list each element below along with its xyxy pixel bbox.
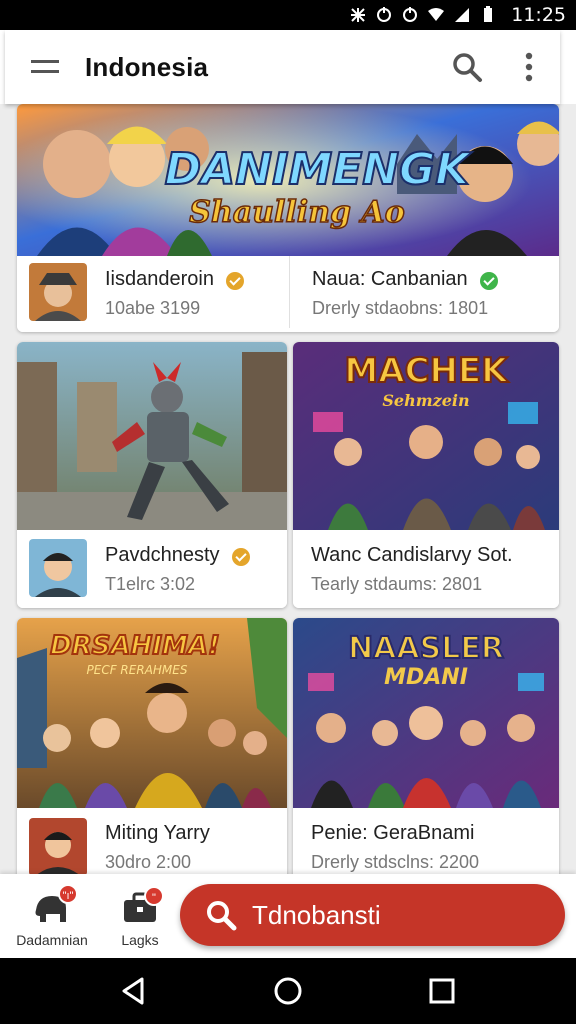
- game-card[interactable]: NAASLER MDANI Penie: GeraBnami Drerly st…: [293, 618, 559, 874]
- card-title: Iisdanderoin: [105, 268, 214, 290]
- recents-icon[interactable]: [426, 975, 458, 1007]
- game-banner-image: DRSAHIMA! PECF RERAHMES: [17, 618, 287, 808]
- card-meta: T1elrc 3:02: [105, 574, 196, 594]
- banner-subtitle: PECF RERAHMES: [87, 663, 188, 677]
- signal-icon: [455, 8, 470, 22]
- system-nav-bar: [0, 958, 576, 1024]
- nav-tab-lagks[interactable]: " Lagks: [92, 874, 188, 958]
- game-card[interactable]: MACHEK Sehmzein Wanc Candislarvy Sot. Te…: [293, 342, 559, 608]
- game-banner-image: NAASLER MDANI: [293, 618, 559, 808]
- status-time: 11:25: [511, 4, 566, 26]
- game-card[interactable]: Pavdchnesty T1elrc 3:02: [17, 342, 287, 608]
- home-icon[interactable]: [272, 975, 304, 1007]
- battery-icon: [484, 6, 493, 22]
- search-icon: [453, 53, 482, 82]
- card-meta: Drerly stdaobns: 1801: [312, 298, 489, 318]
- banner-title: DANIMENGK: [165, 144, 473, 195]
- game-banner-image: MACHEK Sehmzein: [293, 342, 559, 530]
- card-title: Penie: GeraBnami: [311, 822, 475, 844]
- card-meta: Drerly stdsclns: 2200: [311, 852, 480, 872]
- more-options-button[interactable]: [498, 30, 560, 104]
- card-title: Pavdchnesty: [105, 544, 220, 566]
- app-bar: Indonesia: [5, 30, 560, 104]
- content-feed[interactable]: Iisdanderoin 10abe 3199 Naua: Canbanian …: [0, 104, 576, 874]
- sync-icon: [377, 7, 392, 22]
- game-card[interactable]: DRSAHIMA! PECF RERAHMES Miting Yarry 30d…: [17, 618, 287, 874]
- card-meta: Tearly stdaums: 2801: [311, 574, 483, 594]
- notification-badge: "ı": [58, 884, 78, 904]
- more-vert-icon: [525, 52, 533, 82]
- hamburger-menu-icon: [31, 60, 59, 73]
- card-thumbnail: [29, 263, 87, 321]
- nav-tab-label: Dadamnian: [16, 932, 88, 948]
- card-thumbnail: [29, 818, 87, 874]
- search-action-button[interactable]: Tdnobansti: [180, 884, 565, 946]
- nav-tab-label: Lagks: [121, 932, 159, 948]
- verified-icon: [226, 271, 245, 290]
- card-meta: 30dro 2:00: [105, 852, 192, 872]
- bottom-bar: "ı" Dadamnian " Lagks Tdnobansti: [0, 874, 576, 958]
- card-title: Naua: Canbanian: [312, 268, 468, 290]
- notification-badge: ": [144, 886, 164, 906]
- featured-banner-text: DANIMENGK Shaulling Ao: [164, 143, 474, 231]
- banner-title: MACHEK: [344, 351, 509, 391]
- card-title: Miting Yarry: [105, 822, 210, 844]
- divider: [289, 256, 290, 328]
- banner-subtitle: Shaulling Ao: [189, 195, 404, 230]
- search-icon: [207, 901, 237, 931]
- game-banner-image: [17, 342, 287, 530]
- notification-icon: [351, 8, 366, 22]
- card-title: Wanc Candislarvy Sot.: [311, 544, 513, 566]
- search-action-label: Tdnobansti: [252, 899, 381, 930]
- banner-subtitle: MDANI: [384, 665, 468, 690]
- back-icon[interactable]: [118, 975, 150, 1007]
- verified-icon: [231, 547, 250, 566]
- wifi-icon: [428, 8, 445, 21]
- card-thumbnail: [29, 539, 87, 597]
- verified-icon: [480, 271, 499, 290]
- nav-tab-dadamnian[interactable]: "ı" Dadamnian: [4, 874, 100, 958]
- banner-title: NAASLER: [348, 631, 504, 666]
- search-button[interactable]: [436, 30, 498, 104]
- menu-button[interactable]: [5, 30, 85, 104]
- status-bar: 11:25: [0, 0, 576, 30]
- page-title: Indonesia: [85, 51, 209, 82]
- card-meta: 10abe 3199: [105, 298, 201, 318]
- banner-title: DRSAHIMA!: [50, 631, 220, 661]
- sync-icon-2: [403, 7, 418, 22]
- banner-subtitle: Sehmzein: [382, 391, 469, 410]
